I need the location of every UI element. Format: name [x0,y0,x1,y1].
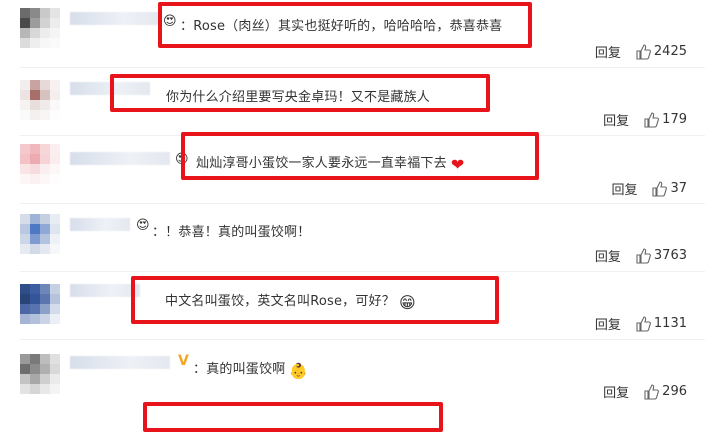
like-count: 1131 [653,316,687,331]
reply-button[interactable]: 回复 [595,42,621,61]
avatar[interactable] [20,8,60,48]
comment-row: V ：真的叫蛋饺啊 👶 回复 296 [0,340,705,408]
comment-text: ：！恭喜！真的叫蛋饺啊！ [152,225,311,240]
comment-row: 中文名叫蛋饺，英文名叫Rose，可好？ 😁 回复 1131 [0,272,705,340]
thumbs-up-icon [636,247,651,264]
avatar[interactable] [20,284,60,324]
reply-button[interactable]: 回复 [611,179,637,198]
comment-actions: 回复 179 [603,110,687,129]
thumbs-up-icon [644,111,660,128]
comment-row: 😍 ：Rose（肉丝）其实也挺好听的，哈哈哈哈，恭喜恭喜 回复 2425 [0,0,705,68]
like-count: 3763 [653,248,687,263]
username-blur[interactable] [70,152,170,165]
username-blur[interactable] [70,356,170,369]
highlight-box [110,74,490,112]
comment-actions: 回复 2425 [595,42,687,61]
highlight-box [158,2,532,48]
highlight-box [181,132,539,180]
verified-badge-icon: V [178,353,189,369]
like-count: 2425 [653,44,687,59]
like-button[interactable]: 3763 [635,247,687,264]
avatar[interactable] [20,354,60,394]
like-count: 37 [670,181,687,196]
highlight-box [143,402,443,432]
avatar[interactable] [20,214,60,254]
avatar[interactable] [20,144,60,184]
username-blur[interactable] [70,218,130,231]
like-button[interactable]: 37 [651,180,687,197]
comment-row: 你为什么介绍里要写央金卓玛！又不是藏族人 回复 179 [0,68,705,136]
heart-eyes-emoji: 😍 [136,218,150,233]
comment-actions: 回复 1131 [595,314,687,333]
baby-emoji: 👶 [289,362,309,380]
avatar[interactable] [20,80,60,120]
reply-button[interactable]: 回复 [603,382,629,401]
like-count: 296 [662,384,687,399]
thumbs-up-icon [636,43,651,60]
comment-actions: 回复 37 [611,179,687,198]
comment-text: ：真的叫蛋饺啊 👶 [193,362,309,380]
like-button[interactable]: 1131 [635,315,687,332]
comment-row: 😍 ：！恭喜！真的叫蛋饺啊！ 回复 3763 [0,204,705,272]
thumbs-up-icon [644,383,660,400]
thumbs-up-icon [636,315,651,332]
like-button[interactable]: 296 [643,383,687,400]
reply-button[interactable]: 回复 [595,314,621,333]
username-blur[interactable] [70,12,160,25]
like-button[interactable]: 179 [643,111,687,128]
reply-button[interactable]: 回复 [595,246,621,265]
thumbs-up-icon [652,180,668,197]
comment-row: 😍 灿灿淳哥小蛋饺一家人要永远一直幸福下去 ❤ 回复 37 [0,132,705,204]
highlight-box [131,276,499,324]
like-button[interactable]: 2425 [635,43,687,60]
username-blur[interactable] [70,284,140,297]
comment-actions: 回复 3763 [595,246,687,265]
reply-button[interactable]: 回复 [603,110,629,129]
comment-actions: 回复 296 [603,382,687,401]
like-count: 179 [662,112,687,127]
